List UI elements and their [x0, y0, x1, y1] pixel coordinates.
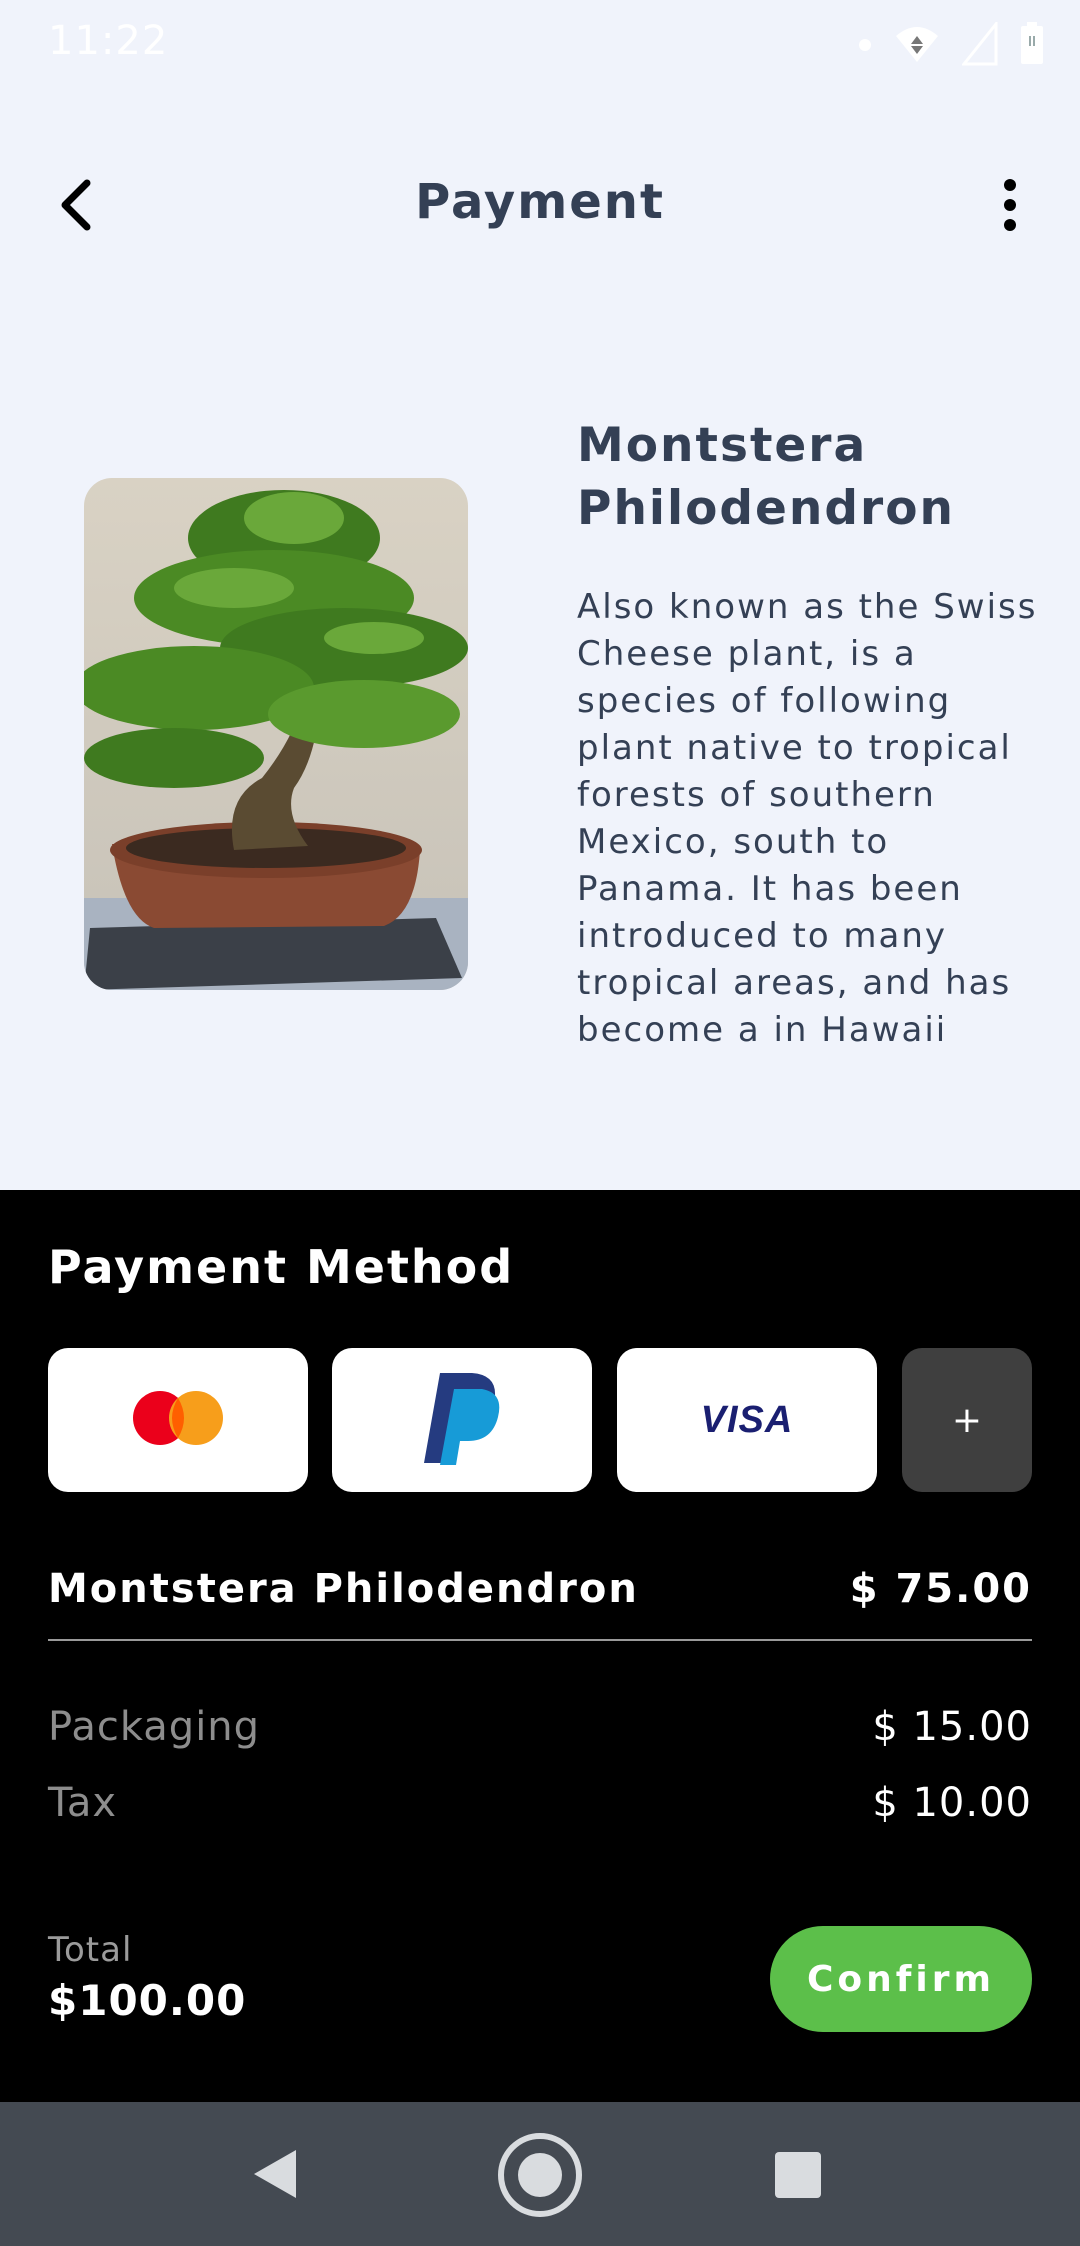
- signal-icon: [960, 19, 998, 70]
- product-name: Montstera Philodendron: [577, 418, 955, 536]
- divider: [48, 1639, 1032, 1641]
- confirm-button[interactable]: Confirm: [770, 1926, 1032, 2032]
- product-description: Also known as the Swiss Cheese plant, is…: [577, 587, 1038, 1050]
- nav-home-icon[interactable]: [497, 2132, 583, 2222]
- visa-icon: VISA: [700, 1398, 794, 1441]
- order-item-name: Montstera Philodendron: [48, 1566, 639, 1612]
- visa-option[interactable]: VISA: [617, 1348, 877, 1492]
- nav-back-icon[interactable]: [252, 2148, 298, 2204]
- payment-method-title: Payment Method: [48, 1240, 515, 1294]
- more-options-button[interactable]: [980, 172, 1040, 242]
- fee-row-packaging: Packaging $ 15.00: [48, 1704, 1032, 1750]
- paypal-icon: [420, 1369, 504, 1471]
- payment-sheet: Payment Method VISA + Montstera Philoden…: [0, 1190, 1080, 2102]
- dot-icon: [858, 37, 872, 56]
- mastercard-icon: [132, 1390, 224, 1450]
- status-icons: [858, 19, 1044, 70]
- system-nav-bar: [0, 2102, 1080, 2246]
- page-title: Payment: [415, 174, 665, 230]
- battery-icon: [1020, 22, 1044, 70]
- order-item-price: $ 75.00: [849, 1566, 1032, 1612]
- app-bar: Payment: [0, 150, 1080, 262]
- fee-value: $ 10.00: [872, 1780, 1032, 1826]
- mastercard-option[interactable]: [48, 1348, 308, 1492]
- total-label: Total: [48, 1930, 133, 1970]
- fee-label: Tax: [48, 1780, 117, 1826]
- fee-label: Packaging: [48, 1704, 261, 1750]
- status-bar: 11:22: [0, 0, 1080, 90]
- fee-value: $ 15.00: [872, 1704, 1032, 1750]
- status-time: 11:22: [48, 18, 169, 64]
- product-image: [84, 478, 468, 990]
- total-value: $100.00: [48, 1976, 247, 2025]
- add-payment-button[interactable]: +: [902, 1348, 1032, 1492]
- nav-recents-icon[interactable]: [775, 2152, 821, 2198]
- fee-row-tax: Tax $ 10.00: [48, 1780, 1032, 1826]
- order-item-row: Montstera Philodendron $ 75.00: [48, 1566, 1032, 1612]
- paypal-option[interactable]: [332, 1348, 592, 1492]
- wifi-icon: [894, 24, 940, 68]
- more-vertical-icon: [1002, 179, 1018, 235]
